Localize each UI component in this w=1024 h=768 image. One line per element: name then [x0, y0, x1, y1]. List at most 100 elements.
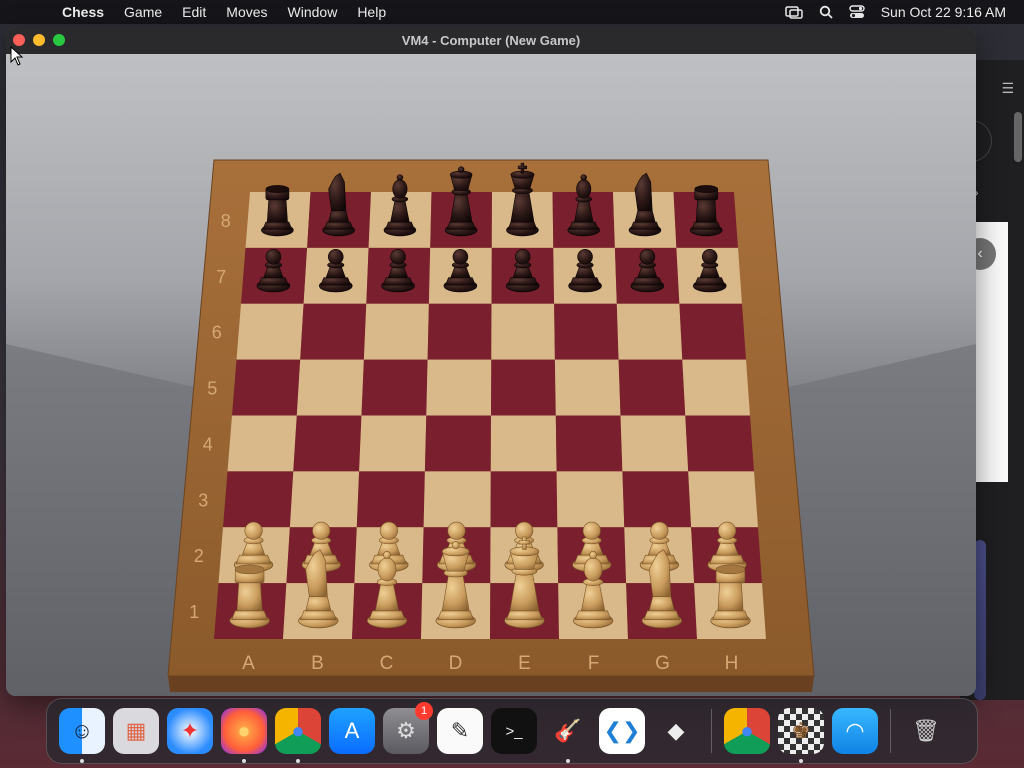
dock-item-trash[interactable]: 🗑 — [903, 708, 949, 754]
vscode-icon: ❮❯ — [603, 718, 641, 743]
square-c4[interactable] — [359, 415, 427, 472]
chess-scene[interactable]: 8 7 6 5 4 3 2 1 A B C D E F G H — [6, 54, 976, 696]
file-label: E — [518, 653, 531, 674]
file-label: F — [588, 653, 600, 674]
chess-icon: ♚ — [791, 718, 811, 743]
rank-label: 7 — [216, 267, 226, 287]
square-b6[interactable] — [300, 303, 367, 360]
rank-label: 2 — [194, 546, 204, 566]
file-label: C — [380, 653, 394, 674]
control-center-icon[interactable] — [849, 5, 865, 19]
dock-item-garageband[interactable]: 🎸 — [545, 708, 591, 763]
search-icon[interactable] — [819, 5, 833, 19]
square-f5[interactable] — [554, 359, 621, 416]
settings-icon: ⚙ — [396, 718, 416, 743]
square-e4[interactable] — [490, 415, 557, 472]
square-e6[interactable] — [491, 303, 555, 360]
square-h4[interactable] — [685, 415, 754, 472]
guitar-icon: 🎸 — [554, 718, 582, 743]
square-a5[interactable] — [232, 359, 301, 416]
square-b3[interactable] — [289, 471, 360, 528]
chrome-icon: ● — [740, 718, 754, 743]
menu-lines-icon[interactable]: ☰ — [1001, 80, 1014, 97]
dock-item-firefox[interactable]: ● — [221, 708, 267, 763]
square-f3[interactable] — [556, 471, 625, 528]
square-e5[interactable] — [491, 359, 556, 416]
dock-item-vscode[interactable]: ❮❯ — [599, 708, 645, 754]
rank-label: 8 — [221, 211, 231, 231]
app-menu[interactable]: Chess — [52, 4, 114, 20]
square-h6[interactable] — [679, 303, 746, 360]
running-indicator — [80, 759, 84, 763]
square-f4[interactable] — [555, 415, 623, 472]
dock-item-system-settings[interactable]: ⚙ 1 — [383, 702, 433, 754]
square-d4[interactable] — [424, 415, 491, 472]
terminal-icon: >_ — [505, 722, 523, 740]
dock-item-chess[interactable]: ♚ — [778, 708, 824, 763]
square-e3[interactable] — [490, 471, 558, 528]
dock-item-roblox[interactable]: ◆ — [653, 708, 699, 754]
window-titlebar[interactable]: VM4 - Computer (New Game) — [6, 26, 976, 54]
running-indicator — [242, 759, 246, 763]
mouse-cursor — [10, 46, 24, 66]
dock-item-chrome-2[interactable]: ● — [724, 708, 770, 754]
dock-item-finder[interactable]: ☺ — [59, 708, 105, 763]
dock-item-textedit[interactable]: ✎ — [437, 708, 483, 754]
file-label: B — [311, 653, 324, 674]
close-button[interactable] — [13, 34, 25, 46]
square-h5[interactable] — [682, 359, 750, 416]
square-d6[interactable] — [427, 303, 492, 360]
menu-help[interactable]: Help — [347, 4, 396, 20]
rank-label: 5 — [207, 379, 217, 399]
square-a6[interactable] — [236, 303, 304, 360]
scrollbar[interactable] — [1014, 112, 1022, 162]
dock-item-chrome[interactable]: ● — [275, 708, 321, 763]
dock-item-safari[interactable]: ✦ — [167, 708, 213, 754]
menu-edit[interactable]: Edit — [172, 4, 216, 20]
square-h3[interactable] — [688, 471, 758, 528]
dock-separator — [711, 709, 712, 753]
chess-window: VM4 - Computer (New Game) 8 7 6 5 4 3 2 … — [6, 26, 976, 696]
clock[interactable]: Sun Oct 22 9:16 AM — [881, 4, 1006, 20]
square-b4[interactable] — [293, 415, 362, 472]
app-store-icon: A — [344, 718, 360, 743]
chess-board[interactable]: 8 7 6 5 4 3 2 1 A B C D E F G H — [6, 54, 976, 696]
square-g5[interactable] — [618, 359, 686, 416]
zoom-button[interactable] — [53, 34, 65, 46]
file-label: D — [449, 653, 463, 674]
menu-game[interactable]: Game — [114, 4, 172, 20]
square-a4[interactable] — [227, 415, 297, 472]
square-f6[interactable] — [554, 303, 619, 360]
square-g3[interactable] — [622, 471, 692, 528]
square-g4[interactable] — [620, 415, 689, 472]
dock-item-app-store[interactable]: A — [329, 708, 375, 754]
running-indicator — [799, 759, 803, 763]
window-title: VM4 - Computer (New Game) — [401, 32, 581, 48]
firefox-icon: ● — [237, 718, 251, 743]
menu-window[interactable]: Window — [278, 4, 348, 20]
menu-moves[interactable]: Moves — [216, 4, 277, 20]
launchpad-icon: ▦ — [125, 718, 147, 743]
rank-label: 1 — [189, 602, 199, 622]
file-label: G — [655, 653, 670, 674]
square-d3[interactable] — [423, 471, 491, 528]
square-g6[interactable] — [616, 303, 683, 360]
dock-item-wifi-utility[interactable]: ◠ — [832, 708, 878, 754]
finder-icon: ☺ — [70, 718, 94, 743]
square-b5[interactable] — [296, 359, 364, 416]
square-c5[interactable] — [361, 359, 428, 416]
square-d5[interactable] — [426, 359, 492, 416]
dock-item-launchpad[interactable]: ▦ — [113, 708, 159, 754]
display-mirror-icon[interactable] — [784, 5, 803, 19]
square-c3[interactable] — [356, 471, 425, 528]
dock: ☺ ▦ ✦ ● ● A ⚙ 1 ✎ >_ 🎸 ❮❯ ◆ ● ♚ ◠ 🗑 — [46, 698, 978, 764]
square-a3[interactable] — [223, 471, 294, 528]
square-c6[interactable] — [363, 303, 429, 360]
dock-item-terminal[interactable]: >_ — [491, 708, 537, 754]
running-indicator — [566, 759, 570, 763]
roblox-icon: ◆ — [667, 718, 685, 743]
file-label: A — [242, 653, 255, 674]
safari-icon: ✦ — [180, 718, 200, 743]
minimize-button[interactable] — [33, 34, 45, 46]
wifi-icon: ◠ — [845, 718, 865, 743]
